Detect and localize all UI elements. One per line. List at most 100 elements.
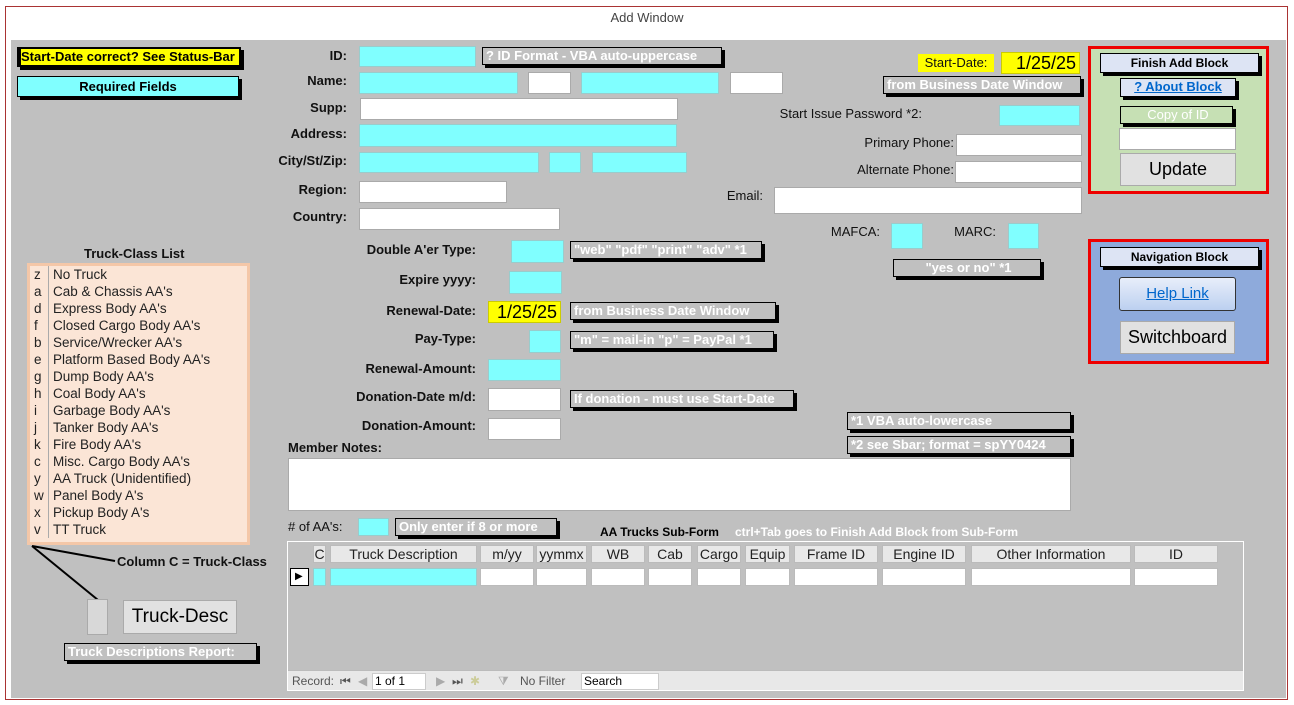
help-link-button[interactable]: Help Link xyxy=(1119,277,1236,311)
aa-trucks-subform xyxy=(287,541,1244,691)
email-label: Email: xyxy=(726,188,763,203)
city-input[interactable] xyxy=(359,152,539,173)
first-name-input[interactable] xyxy=(359,72,518,94)
column-header[interactable]: m/yy xyxy=(480,545,534,563)
email-input[interactable] xyxy=(774,187,1082,214)
grid-cell[interactable] xyxy=(313,568,326,586)
country-input[interactable] xyxy=(359,208,560,230)
footnote-1: *1 VBA auto-lowercase xyxy=(847,412,1071,430)
id-input[interactable] xyxy=(359,46,476,67)
record-navigation-bar: Record: ⏮ ◀ 1 of 1 ▶ ⏭ ✱ ⧩ No Filter Sea… xyxy=(288,670,1243,690)
column-header[interactable]: yymmx xyxy=(536,545,587,563)
expire-input[interactable] xyxy=(509,271,562,294)
subform-hint: ctrl+Tab goes to Finish Add Block from S… xyxy=(735,525,1019,539)
record-position-input[interactable]: 1 of 1 xyxy=(372,673,426,690)
copy-of-id-label: Copy of ID xyxy=(1120,106,1233,124)
donation-date-label: Donation-Date m/d: xyxy=(356,389,476,404)
grid-cell[interactable] xyxy=(794,568,878,586)
navigation-block-title: Navigation Block xyxy=(1100,247,1259,267)
last-record-icon[interactable]: ⏭ xyxy=(452,671,463,691)
update-button[interactable]: Update xyxy=(1120,153,1236,186)
column-header[interactable]: Engine ID xyxy=(882,545,966,563)
search-input[interactable]: Search xyxy=(581,673,659,690)
grid-cell[interactable] xyxy=(330,568,477,586)
type-options-note: "web" "pdf" "print" "adv" *1 xyxy=(570,241,762,259)
middle-initial-input[interactable] xyxy=(528,72,571,94)
marc-input[interactable] xyxy=(1008,223,1039,249)
column-header[interactable]: Other Information xyxy=(971,545,1131,563)
finish-block-title: Finish Add Block xyxy=(1100,53,1259,73)
supp-input[interactable] xyxy=(360,98,678,120)
first-record-icon[interactable]: ⏮ xyxy=(340,671,351,691)
state-input[interactable] xyxy=(549,152,581,173)
truck-desc-indicator xyxy=(87,599,108,635)
yes-no-note: "yes or no" *1 xyxy=(893,259,1041,277)
expire-label: Expire yyyy: xyxy=(399,272,476,287)
truck-report-note: Truck Descriptions Report: xyxy=(64,643,257,661)
pay-type-note: "m" = mail-in "p" = PayPal *1 xyxy=(570,331,774,349)
truck-desc-button[interactable]: Truck-Desc xyxy=(123,600,237,634)
footnote-2: *2 see Sbar; format = spYY0424 xyxy=(847,436,1071,454)
grid-cell[interactable] xyxy=(648,568,692,586)
switchboard-button[interactable]: Switchboard xyxy=(1120,321,1235,354)
address-input[interactable] xyxy=(359,124,677,147)
grid-cell[interactable] xyxy=(697,568,741,586)
grid-cell[interactable] xyxy=(745,568,790,586)
donation-amount-input[interactable] xyxy=(488,418,561,440)
id-format-note: ? ID Format - VBA auto-uppercase xyxy=(482,47,722,65)
donation-date-input[interactable] xyxy=(488,388,561,411)
grid-cell[interactable] xyxy=(1134,568,1218,586)
member-notes-input[interactable] xyxy=(288,458,1071,511)
renewal-amount-label: Renewal-Amount: xyxy=(365,361,477,376)
member-notes-label: Member Notes: xyxy=(288,440,382,455)
name-suffix-input[interactable] xyxy=(730,72,783,94)
marc-label: MARC: xyxy=(954,224,996,239)
region-input[interactable] xyxy=(359,181,507,203)
start-date-input[interactable]: 1/25/25 xyxy=(1001,52,1080,74)
zip-input[interactable] xyxy=(592,152,687,173)
column-header[interactable]: Cab xyxy=(648,545,692,563)
donation-amount-label: Donation-Amount: xyxy=(361,418,476,433)
column-header[interactable]: C xyxy=(313,545,326,563)
about-block-link[interactable]: ? About Block xyxy=(1120,78,1236,97)
new-record-icon[interactable]: ✱ xyxy=(470,671,480,691)
next-record-icon[interactable]: ▶ xyxy=(436,671,445,691)
column-header[interactable]: Truck Description xyxy=(330,545,477,563)
column-header[interactable]: ID xyxy=(1134,545,1218,563)
double-aer-type-input[interactable] xyxy=(511,240,564,263)
pay-type-input[interactable] xyxy=(529,330,561,353)
column-header[interactable]: Cargo xyxy=(697,545,741,563)
filter-icon: ⧩ xyxy=(498,674,509,688)
grid-cell[interactable] xyxy=(971,568,1131,586)
column-header[interactable]: Equip xyxy=(745,545,790,563)
renewal-date-input[interactable]: 1/25/25 xyxy=(488,301,561,323)
password-label: Start Issue Password *2: xyxy=(779,106,922,121)
password-input[interactable] xyxy=(999,105,1080,126)
copy-of-id-input[interactable] xyxy=(1119,128,1236,150)
subform-title: AA Trucks Sub-Form xyxy=(600,525,719,539)
num-aas-note: Only enter if 8 or more xyxy=(395,518,557,536)
column-c-note: Column C = Truck-Class xyxy=(117,554,267,569)
double-aer-type-label: Double A'er Type: xyxy=(366,242,476,257)
renewal-amount-input[interactable] xyxy=(488,359,561,381)
alternate-phone-label: Alternate Phone: xyxy=(857,162,954,177)
alternate-phone-input[interactable] xyxy=(955,161,1082,183)
mafca-input[interactable] xyxy=(891,223,923,249)
column-header[interactable]: Frame ID xyxy=(794,545,878,563)
start-date-label: Start-Date: xyxy=(918,54,994,72)
primary-phone-label: Primary Phone: xyxy=(864,135,954,150)
donation-note: If donation - must use Start-Date xyxy=(570,390,794,408)
grid-cell[interactable] xyxy=(882,568,966,586)
primary-phone-input[interactable] xyxy=(956,134,1082,156)
column-header[interactable]: WB xyxy=(591,545,645,563)
no-filter-button[interactable]: No Filter xyxy=(520,671,565,691)
last-name-input[interactable] xyxy=(581,72,719,94)
start-date-source-note: from Business Date Window xyxy=(883,76,1081,94)
grid-cell[interactable] xyxy=(536,568,587,586)
grid-cell[interactable] xyxy=(591,568,645,586)
renewal-date-source-note: from Business Date Window xyxy=(570,302,776,320)
grid-cell[interactable] xyxy=(480,568,534,586)
prev-record-icon[interactable]: ◀ xyxy=(358,671,367,691)
num-aas-input[interactable] xyxy=(358,518,389,536)
mafca-label: MAFCA: xyxy=(830,224,880,239)
